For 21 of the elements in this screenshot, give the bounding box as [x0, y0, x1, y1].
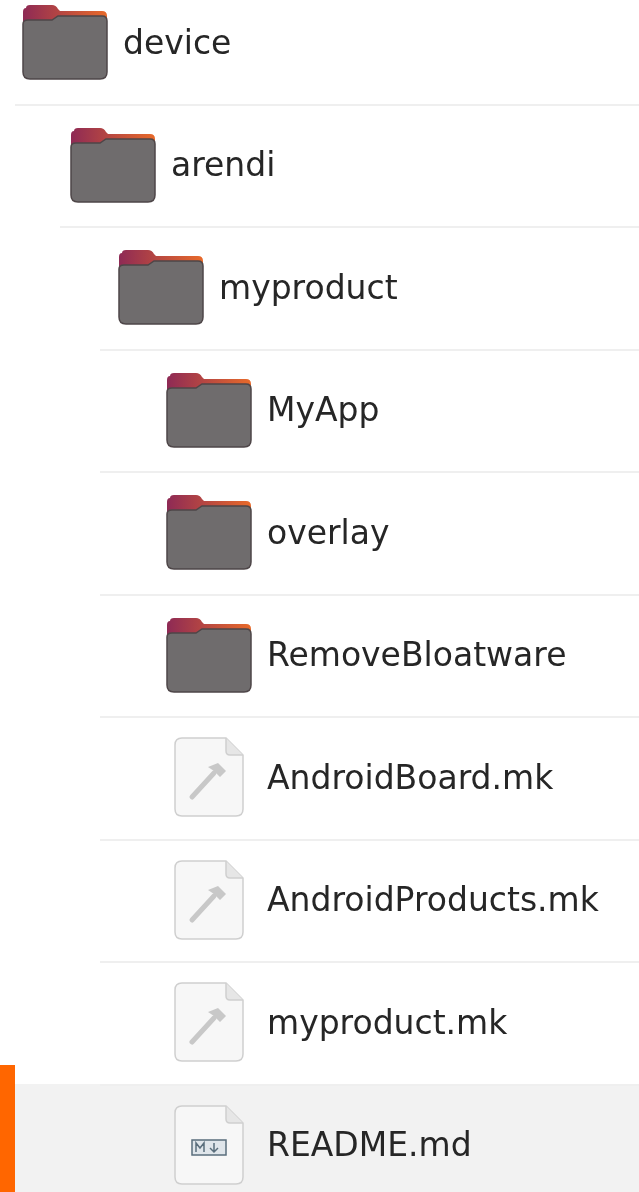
- folder-icon: [70, 126, 156, 203]
- folder-icon: [118, 249, 204, 326]
- folder-icon: [166, 371, 252, 448]
- item-name: myproduct: [219, 266, 398, 309]
- item-name: arendi: [171, 144, 276, 186]
- item-name: RemoveBloatware: [267, 634, 567, 676]
- hammer-file-icon: [174, 737, 244, 818]
- folder-icon: [166, 494, 252, 571]
- item-name: MyApp: [267, 389, 380, 431]
- folder-icon: [166, 616, 252, 693]
- item-name: README.md: [267, 1124, 472, 1166]
- tree-row[interactable]: README.md: [15, 1083, 639, 1192]
- hammer-file-icon: [174, 982, 244, 1063]
- markdown-file-icon: [174, 1104, 244, 1185]
- item-name: myproduct.mk: [267, 1001, 508, 1044]
- folder-icon: [22, 4, 108, 81]
- item-name: overlay: [267, 511, 390, 554]
- item-name: device: [123, 21, 232, 64]
- item-name: AndroidBoard.mk: [267, 756, 554, 799]
- hammer-file-icon: [174, 859, 244, 940]
- item-name: AndroidProducts.mk: [267, 879, 599, 921]
